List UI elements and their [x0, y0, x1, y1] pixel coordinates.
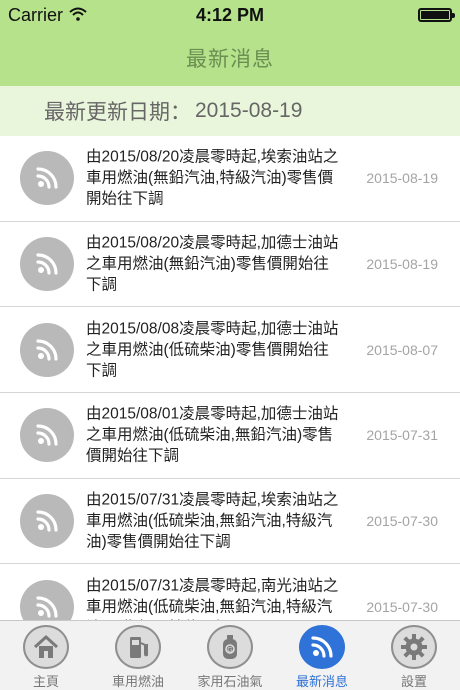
tab-bar: 主頁 車用燃油 G 家用石油氣 最新消息 設置 — [0, 620, 460, 690]
battery-icon — [418, 8, 455, 22]
news-item-date: 2015-07-31 — [366, 427, 438, 444]
news-list[interactable]: 由2015/08/20凌晨零時起,埃索油站之車用燃油(無鉛汽油,特級汽油)零售價… — [0, 136, 460, 620]
news-item-text: 由2015/08/20凌晨零時起,埃索油站之車用燃油(無鉛汽油,特級汽油)零售價… — [86, 148, 339, 208]
tab-rss[interactable]: 最新消息 — [276, 621, 368, 690]
news-item[interactable]: 由2015/08/20凌晨零時起,加德士油站之車用燃油(無鉛汽油)零售價開始往下… — [0, 222, 460, 308]
tab-fuel-pump[interactable]: 車用燃油 — [92, 621, 184, 690]
last-updated-bar: 最新更新日期： 2015-08-19 — [0, 86, 460, 136]
news-item[interactable]: 由2015/07/31凌晨零時起,南光油站之車用燃油(低硫柴油,無鉛汽油,特級汽… — [0, 564, 460, 620]
tab-label: 主頁 — [32, 674, 59, 689]
wifi-icon — [69, 5, 87, 26]
news-item-text: 由2015/08/20凌晨零時起,加德士油站之車用燃油(無鉛汽油)零售價開始往下… — [86, 234, 339, 294]
rss-icon — [20, 579, 74, 620]
tab-label: 最新消息 — [295, 674, 348, 689]
news-item-date: 2015-07-30 — [366, 513, 438, 530]
rss-icon — [20, 322, 74, 377]
status-bar: Carrier 4:12 PM — [0, 0, 460, 30]
status-left: Carrier — [8, 5, 87, 26]
tab-label: 車用燃油 — [111, 674, 164, 689]
news-item-date: 2015-08-07 — [366, 341, 438, 358]
fuel-pump-icon — [115, 625, 161, 669]
news-item[interactable]: 由2015/08/08凌晨零時起,加德士油站之車用燃油(低硫柴油)零售價開始往下… — [0, 307, 460, 394]
tab-label: 設置 — [400, 674, 427, 689]
rss-icon — [299, 625, 345, 669]
news-item-text: 由2015/08/08凌晨零時起,加德士油站之車用燃油(低硫柴油)零售價開始往下… — [86, 320, 339, 380]
tab-gear[interactable]: 設置 — [368, 621, 460, 690]
svg-text:G: G — [227, 647, 232, 654]
rss-icon — [20, 151, 74, 206]
last-updated-label: 最新更新日期： — [44, 101, 191, 124]
news-item-date: 2015-08-19 — [366, 170, 438, 187]
tab-label: 家用石油氣 — [197, 674, 263, 689]
rss-icon — [20, 408, 74, 463]
news-item[interactable]: 由2015/07/31凌晨零時起,埃索油站之車用燃油(低硫柴油,無鉛汽油,特級汽… — [0, 479, 460, 565]
rss-icon — [20, 237, 74, 292]
tab-gas-cylinder[interactable]: G 家用石油氣 — [184, 621, 276, 690]
gas-cylinder-icon: G — [207, 625, 253, 669]
last-updated-date: 2015-08-19 — [195, 99, 303, 122]
tab-home[interactable]: 主頁 — [0, 621, 92, 690]
news-item-text: 由2015/08/01凌晨零時起,加德士油站之車用燃油(低硫柴油,無鉛汽油)零售… — [86, 405, 339, 465]
gear-icon — [391, 625, 437, 669]
home-icon — [23, 625, 69, 669]
carrier-label: Carrier — [8, 4, 64, 25]
news-item-date: 2015-07-30 — [366, 598, 438, 615]
news-item[interactable]: 由2015/08/20凌晨零時起,埃索油站之車用燃油(無鉛汽油,特級汽油)零售價… — [0, 136, 460, 222]
news-item-text: 由2015/07/31凌晨零時起,南光油站之車用燃油(低硫柴油,無鉛汽油,特級汽… — [86, 577, 339, 620]
rss-icon — [20, 494, 74, 549]
news-item-date: 2015-08-19 — [366, 256, 438, 273]
news-item[interactable]: 由2015/08/01凌晨零時起,加德士油站之車用燃油(低硫柴油,無鉛汽油)零售… — [0, 393, 460, 479]
page-title: 最新消息 — [186, 48, 274, 71]
news-item-text: 由2015/07/31凌晨零時起,埃索油站之車用燃油(低硫柴油,無鉛汽油,特級汽… — [86, 491, 339, 551]
battery-fill — [421, 11, 449, 19]
navigation-bar: 最新消息 — [0, 30, 460, 86]
